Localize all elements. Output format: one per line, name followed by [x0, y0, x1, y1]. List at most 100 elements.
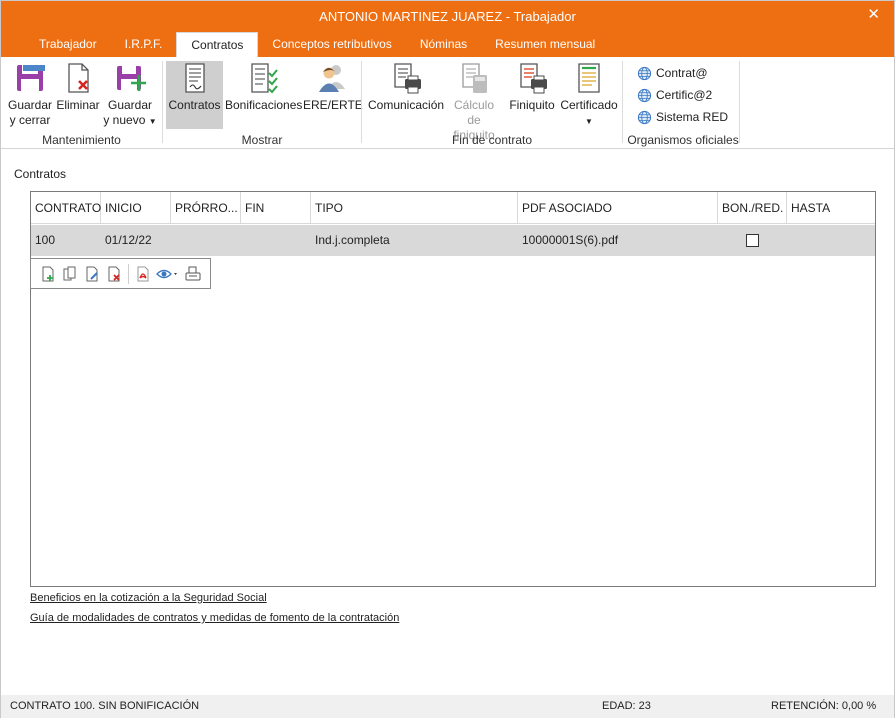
- tab-resumen-mensual[interactable]: Resumen mensual: [481, 32, 609, 57]
- comunicacion-label: Comunicación: [368, 98, 445, 112]
- bonificaciones-button[interactable]: Bonificaciones: [225, 61, 303, 113]
- tab-contratos[interactable]: Contratos: [176, 32, 259, 57]
- ere-erte-label: ERE/ERTE: [303, 98, 363, 112]
- ribbon-divider: [739, 61, 740, 143]
- globe-icon: [637, 110, 652, 124]
- new-document-icon[interactable]: [37, 263, 59, 285]
- column-header-hasta[interactable]: HASTA: [787, 192, 875, 224]
- column-header-contrato[interactable]: CONTRATO: [31, 192, 101, 224]
- column-header-prorroga[interactable]: PRÓRRO...: [171, 192, 241, 224]
- group-mantenimiento: Guardar y cerrar Eliminar Guardar y nuev…: [1, 57, 162, 149]
- finiquito-label: Finiquito: [509, 98, 555, 112]
- contracts-table[interactable]: CONTRATO INICIO PRÓRRO... FIN TIPO PDF A…: [30, 191, 876, 587]
- status-retencion: RETENCIÓN: 0,00 %: [771, 700, 877, 712]
- ere-erte-button[interactable]: ERE/ERTE: [303, 61, 363, 113]
- guardar-cerrar-label-1: Guardar: [7, 98, 53, 112]
- eliminar-label: Eliminar: [56, 98, 100, 112]
- edit-document-icon[interactable]: [81, 263, 103, 285]
- contratos-label: Contratos: [168, 98, 221, 112]
- contract-document-icon: [184, 63, 205, 93]
- pdf-icon[interactable]: [132, 263, 154, 285]
- certificado-button[interactable]: Certificado ▼: [560, 61, 618, 129]
- column-header-tipo[interactable]: TIPO: [311, 192, 518, 224]
- copy-document-icon[interactable]: [59, 263, 81, 285]
- view-eye-icon[interactable]: [154, 263, 182, 285]
- save-new-icon: [117, 66, 146, 91]
- guardar-nuevo-button[interactable]: Guardar y nuevo ▼: [103, 61, 157, 129]
- tab-conceptos-retributivos[interactable]: Conceptos retributivos: [258, 32, 405, 57]
- comunicacion-button[interactable]: Comunicación: [368, 61, 444, 113]
- cell-pdf-asociado: 10000001S(6).pdf: [522, 233, 619, 247]
- link-beneficios-cotizacion[interactable]: Beneficios en la cotización a la Segurid…: [30, 592, 267, 604]
- cell-contrato: 100: [35, 233, 56, 247]
- column-header-inicio[interactable]: INICIO: [101, 192, 171, 224]
- guardar-nuevo-label-1: Guardar: [107, 98, 153, 112]
- cell-tipo: Ind.j.completa: [315, 233, 390, 247]
- globe-icon: [637, 66, 652, 80]
- row-actions-toolbar: [30, 258, 211, 289]
- table-row[interactable]: 100 01/12/22 Ind.j.completa 10000001S(6)…: [31, 225, 875, 256]
- bon-red-checkbox[interactable]: [746, 234, 759, 247]
- calculator-document-icon: [462, 63, 487, 93]
- toolbar-divider: [128, 263, 129, 284]
- group-mostrar: Contratos Bonificaciones ERE/ERTE Mostra…: [163, 57, 363, 149]
- tab-irpf[interactable]: I.R.P.F.: [111, 32, 177, 57]
- calculo-label-1: Cálculo de: [453, 98, 495, 127]
- ribbon: Guardar y cerrar Eliminar Guardar y nuev…: [1, 57, 894, 149]
- contrata-label: Contrat@: [656, 66, 708, 80]
- tab-bar: Trabajador I.R.P.F. Contratos Conceptos …: [25, 32, 609, 57]
- title-bar: ANTONIO MARTINEZ JUAREZ - Trabajador ✕ T…: [1, 1, 894, 57]
- tab-nominas[interactable]: Nóminas: [406, 32, 481, 57]
- delete-document-icon: [68, 63, 89, 93]
- print-document-icon[interactable]: [182, 263, 204, 285]
- group-label-mantenimiento: Mantenimiento: [42, 133, 121, 147]
- window-title: ANTONIO MARTINEZ JUAREZ - Trabajador: [319, 9, 576, 24]
- worker-window: ANTONIO MARTINEZ JUAREZ - Trabajador ✕ T…: [0, 0, 895, 718]
- delete-document-icon[interactable]: [103, 263, 125, 285]
- chevron-down-icon: ▼: [148, 117, 157, 126]
- sistema-red-label: Sistema RED: [656, 110, 729, 124]
- column-header-pdf-asociado[interactable]: PDF ASOCIADO: [518, 192, 718, 224]
- chevron-down-icon: ▼: [585, 117, 593, 126]
- tab-trabajador[interactable]: Trabajador: [25, 32, 111, 57]
- guardar-cerrar-label-2: y cerrar: [9, 113, 51, 127]
- communication-printer-icon: [394, 63, 421, 94]
- certificado-label: Certificado: [560, 98, 618, 112]
- globe-icon: [637, 88, 652, 102]
- certificate-icon: [578, 63, 600, 93]
- eliminar-button[interactable]: Eliminar: [55, 61, 101, 113]
- guardar-cerrar-button[interactable]: Guardar y cerrar: [5, 61, 55, 128]
- status-edad: EDAD: 23: [602, 700, 651, 712]
- column-header-fin[interactable]: FIN: [241, 192, 311, 224]
- finiquito-button[interactable]: Finiquito: [505, 61, 559, 113]
- close-icon[interactable]: ✕: [867, 5, 880, 23]
- status-bar: CONTRATO 100. SIN BONIFICACIÓN EDAD: 23 …: [1, 695, 894, 718]
- cell-prorroga: [171, 225, 241, 256]
- certifica-button[interactable]: Certific@2: [637, 85, 712, 105]
- column-header-bon-red[interactable]: BON./RED.: [718, 192, 787, 224]
- certifica-label: Certific@2: [656, 88, 713, 102]
- bonus-checklist-icon: [251, 63, 278, 94]
- status-contrato: CONTRATO 100. SIN BONIFICACIÓN: [10, 700, 200, 712]
- settlement-printer-icon: [520, 63, 547, 94]
- table-header: CONTRATO INICIO PRÓRRO... FIN TIPO PDF A…: [31, 192, 875, 224]
- section-title-contratos: Contratos: [14, 167, 67, 181]
- sistema-red-button[interactable]: Sistema RED: [637, 107, 728, 127]
- contrata-button[interactable]: Contrat@: [637, 63, 708, 83]
- group-label-organismos-oficiales: Organismos oficiales: [627, 133, 739, 147]
- group-label-fin-de-contrato: Fin de contrato: [451, 133, 533, 147]
- save-close-icon: [17, 65, 45, 91]
- ribbon-divider: [622, 61, 623, 143]
- link-guia-modalidades[interactable]: Guía de modalidades de contratos y medid…: [30, 612, 399, 624]
- contratos-button[interactable]: Contratos: [166, 61, 223, 129]
- cell-inicio: 01/12/22: [105, 233, 152, 247]
- calculo-finiquito-button[interactable]: Cálculo de finiquito: [446, 61, 502, 143]
- cell-hasta: [787, 225, 875, 256]
- group-label-mostrar: Mostrar: [241, 133, 283, 147]
- guardar-nuevo-label-2: y nuevo: [103, 113, 146, 127]
- group-organismos-oficiales: Contrat@ Certific@2 Sistema RED Organism…: [627, 57, 739, 149]
- group-fin-de-contrato: Comunicación Cálculo de finiquito Finiqu…: [362, 57, 622, 149]
- cell-fin: [241, 225, 311, 256]
- bonificaciones-label: Bonificaciones: [225, 98, 303, 112]
- person-icon: [319, 65, 345, 92]
